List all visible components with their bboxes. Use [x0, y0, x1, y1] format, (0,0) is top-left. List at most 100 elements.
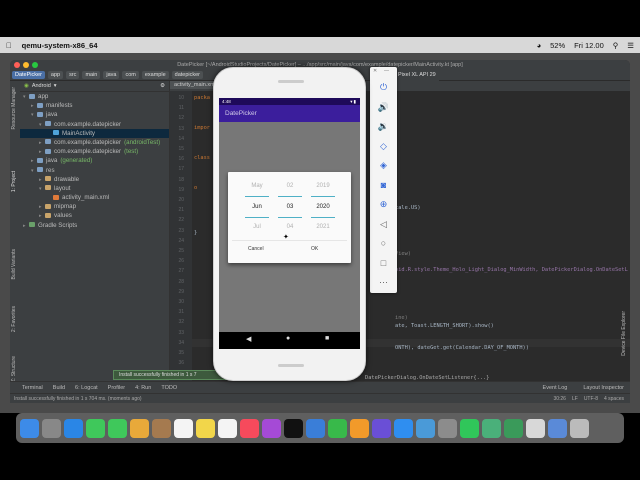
close-window-button[interactable] — [14, 62, 20, 68]
picker-value[interactable]: 02 — [276, 176, 304, 197]
tree-item[interactable]: ▾ java — [20, 110, 169, 119]
facetime-icon[interactable] — [108, 418, 127, 438]
tree-item[interactable]: ▾ com.example.datepicker — [20, 120, 169, 129]
picker-value[interactable]: May — [243, 176, 271, 197]
system-preferences-icon[interactable] — [438, 418, 457, 438]
status-item[interactable]: LF — [572, 396, 578, 402]
search-icon[interactable]: ⚲ — [613, 41, 619, 50]
status-item[interactable]: UTF-8 — [584, 396, 598, 402]
home-icon[interactable]: ● — [286, 335, 290, 342]
clock[interactable]: Fri 12.00 — [574, 41, 604, 50]
photos-icon[interactable] — [130, 418, 149, 438]
preview-icon[interactable] — [526, 418, 545, 438]
bottom-tab[interactable]: TODO — [161, 385, 177, 391]
picker-value-selected[interactable]: 2020 — [309, 197, 337, 218]
battery-status[interactable]: 52% — [550, 41, 565, 50]
minimize-icon[interactable]: — — [384, 68, 389, 74]
tree-item[interactable]: ▸ Gradle Scripts — [20, 221, 169, 230]
zoom-icon[interactable]: ⊕ — [377, 198, 390, 211]
month-picker[interactable]: May Jun Jul — [243, 176, 271, 238]
contacts-icon[interactable] — [152, 418, 171, 438]
finder-icon[interactable] — [20, 418, 39, 438]
imovie-icon[interactable] — [372, 418, 391, 438]
bottom-tab[interactable]: 6: Logcat — [75, 385, 98, 391]
picker-value[interactable]: 2019 — [309, 176, 337, 197]
year-picker[interactable]: 2019 2020 2021 — [309, 176, 337, 238]
breadcrumb-item[interactable]: example — [141, 71, 169, 79]
tool-resource-manager[interactable]: Resource Manager — [11, 87, 20, 130]
volume-down-icon[interactable]: 🔉 — [377, 120, 390, 133]
tree-item[interactable]: ▸ mipmap — [20, 202, 169, 211]
minimize-window-button[interactable] — [23, 62, 29, 68]
device-selector[interactable]: Pixel XL API 29 — [395, 70, 439, 81]
safari-icon[interactable] — [64, 418, 83, 438]
bottom-right-tab[interactable]: Layout Inspector — [583, 385, 624, 391]
keynote-icon[interactable] — [306, 418, 325, 438]
calendar-icon[interactable] — [174, 418, 193, 438]
bottom-tab[interactable]: Terminal — [22, 385, 43, 391]
tree-item[interactable]: ▸ java (generated) — [20, 156, 169, 165]
launchpad-icon[interactable] — [42, 418, 61, 438]
breadcrumb-item[interactable]: datepicker — [171, 71, 204, 79]
android-studio-icon[interactable] — [482, 418, 501, 438]
notes-icon[interactable] — [196, 418, 215, 438]
picker-value[interactable]: 2021 — [309, 217, 337, 238]
breadcrumb-item[interactable]: com — [122, 71, 139, 79]
tree-item[interactable]: ▾ layout — [20, 184, 169, 193]
back-icon[interactable]: ◀ — [246, 335, 251, 343]
tree-item[interactable]: ▾ app — [20, 92, 169, 101]
tool-project[interactable]: 1: Project — [11, 171, 20, 192]
bottom-tab[interactable]: Build — [53, 385, 65, 391]
ok-button[interactable]: OK — [311, 246, 318, 252]
picker-value[interactable]: 04 — [276, 217, 304, 238]
app-store-icon[interactable] — [394, 418, 413, 438]
bottom-tab[interactable]: Profiler — [108, 385, 125, 391]
chevron-down-icon[interactable]: ▾ — [54, 83, 57, 89]
volume-up-icon[interactable]: 🔊 — [377, 101, 390, 114]
breadcrumb-item[interactable]: java — [103, 71, 120, 79]
rotate-right-icon[interactable]: ◈ — [377, 159, 390, 172]
install-notification[interactable]: Install successfully finished in 1 s 7 — [113, 370, 231, 380]
tool-favorites[interactable]: 2: Favorites — [11, 306, 20, 332]
tree-item[interactable]: ▸ values — [20, 211, 169, 220]
picker-value-selected[interactable]: 03 — [276, 197, 304, 218]
podcasts-icon[interactable] — [262, 418, 281, 438]
downloads-icon[interactable] — [548, 418, 567, 438]
picker-value[interactable]: Jul — [243, 217, 271, 238]
tree-item[interactable]: ▸ com.example.datepicker (test) — [20, 147, 169, 156]
menu-icon[interactable]: ☰ — [627, 41, 634, 50]
apple-icon[interactable]:  — [6, 41, 12, 50]
overview-icon[interactable]: □ — [377, 257, 390, 270]
zoom-window-button[interactable] — [32, 62, 38, 68]
tree-item[interactable]: ▸ manifests — [20, 101, 169, 110]
tv-icon[interactable] — [284, 418, 303, 438]
close-icon[interactable]: ✕ — [373, 68, 377, 74]
messages-icon[interactable] — [86, 418, 105, 438]
tree-item[interactable]: MainActivity — [20, 128, 169, 138]
tree-item[interactable]: ▾ res — [20, 166, 169, 175]
qemu-icon[interactable] — [504, 418, 523, 438]
breadcrumb-item[interactable]: app — [47, 71, 64, 79]
gear-icon[interactable]: ⚙ — [160, 83, 165, 89]
numbers-icon[interactable] — [328, 418, 347, 438]
status-item[interactable]: 30:26 — [553, 396, 566, 402]
trash-icon[interactable] — [570, 418, 589, 438]
tree-item[interactable]: ▸ drawable — [20, 175, 169, 184]
overview-icon[interactable]: ■ — [325, 335, 329, 342]
xcode-icon[interactable] — [416, 418, 435, 438]
bottom-right-tab[interactable]: Event Log — [543, 385, 568, 391]
more-icon[interactable]: ⋯ — [377, 276, 390, 289]
breadcrumb-item[interactable]: src — [66, 71, 80, 79]
status-item[interactable]: 4 spaces — [604, 396, 624, 402]
pages-icon[interactable] — [350, 418, 369, 438]
power-icon[interactable]: ⏻ — [377, 81, 390, 94]
wifi-icon[interactable]: ◕ — [537, 41, 542, 50]
day-picker[interactable]: 02 03 04 — [276, 176, 304, 238]
picker-value-selected[interactable]: Jun — [243, 197, 271, 218]
tool-structure[interactable]: Z: Structure — [11, 356, 20, 382]
back-icon[interactable]: ◁ — [377, 218, 390, 231]
tree-item[interactable]: activity_main.xml — [20, 193, 169, 202]
breadcrumb-item[interactable]: main — [82, 71, 101, 79]
cancel-button[interactable]: Cancel — [248, 246, 264, 252]
reminders-icon[interactable] — [218, 418, 237, 438]
